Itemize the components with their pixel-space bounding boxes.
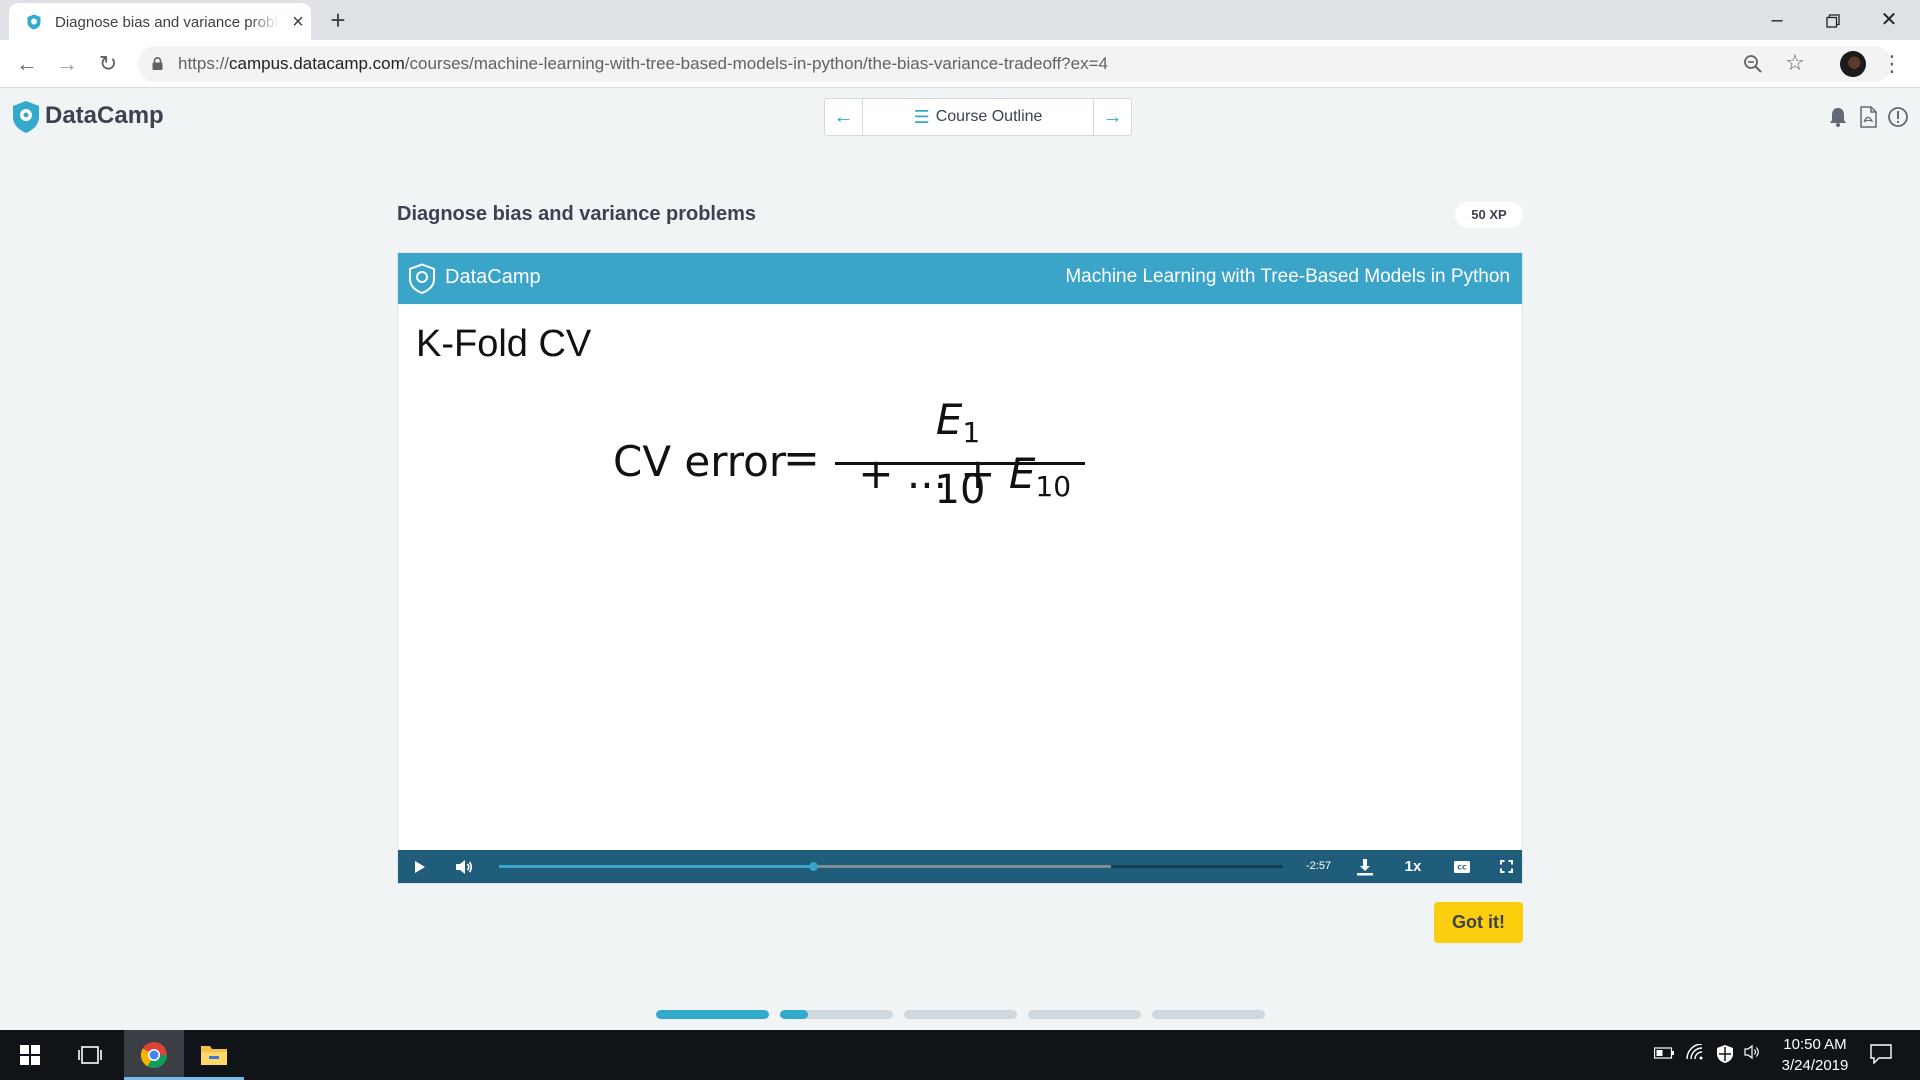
- url-scheme: https://: [178, 54, 230, 73]
- captions-icon[interactable]: CC: [1450, 850, 1474, 883]
- cv-error-formula: CV error = E1 + ... + E10 10: [613, 395, 1113, 515]
- fraction-bar: [835, 462, 1085, 465]
- battery-icon[interactable]: [1653, 1044, 1675, 1066]
- wifi-icon[interactable]: [1684, 1043, 1706, 1066]
- formula-denominator: 10: [934, 467, 986, 513]
- forward-arrow-icon[interactable]: →: [53, 50, 81, 78]
- datacamp-logo-icon[interactable]: [11, 100, 41, 134]
- url-path: /courses/machine-learning-with-tree-base…: [404, 54, 1108, 73]
- slides-icon[interactable]: [1827, 106, 1849, 128]
- browser-tab[interactable]: Diagnose bias and variance problems ×: [9, 3, 311, 40]
- chrome-icon: [140, 1042, 168, 1069]
- security-shield-icon[interactable]: [1714, 1044, 1736, 1066]
- step-segment[interactable]: [904, 1010, 1017, 1019]
- pdf-icon[interactable]: [1857, 106, 1879, 128]
- formula-lhs: CV error: [613, 437, 787, 486]
- video-player[interactable]: DataCamp Machine Learning with Tree-Base…: [397, 252, 1523, 884]
- action-center-icon[interactable]: [1868, 1044, 1894, 1066]
- url-host: campus.datacamp.com: [229, 54, 405, 73]
- windows-logo-icon: [20, 1045, 40, 1065]
- slide-brand: DataCamp: [445, 266, 541, 288]
- system-clock[interactable]: 10:50 AM 3/24/2019: [1770, 1034, 1860, 1076]
- video-played-bar: [499, 865, 813, 868]
- fullscreen-icon[interactable]: [1494, 850, 1518, 883]
- time-remaining: -2:57: [1306, 860, 1332, 872]
- formula-equals: =: [783, 433, 820, 484]
- address-bar[interactable]: https://campus.datacamp.com/courses/mach…: [138, 46, 1892, 82]
- got-it-button[interactable]: Got it!: [1434, 902, 1523, 943]
- step-segment-fill: [656, 1010, 769, 1019]
- back-arrow-icon[interactable]: ←: [13, 50, 41, 78]
- step-segment[interactable]: [1028, 1010, 1141, 1019]
- numerator-first-variable: E: [935, 395, 963, 444]
- restore-icon[interactable]: [1810, 4, 1856, 36]
- folder-icon: [201, 1046, 227, 1065]
- xp-badge: 50 XP: [1455, 202, 1523, 228]
- course-outline-button[interactable]: ☰ Course Outline: [863, 99, 1093, 135]
- speaker-icon[interactable]: [1742, 1044, 1764, 1066]
- url-text: https://campus.datacamp.com/courses/mach…: [178, 54, 1108, 74]
- menu-icon: ☰: [913, 107, 930, 127]
- previous-exercise-arrow-icon[interactable]: ←: [825, 99, 863, 135]
- tab-close-icon[interactable]: ×: [289, 12, 307, 32]
- taskbar-chrome[interactable]: [124, 1030, 184, 1080]
- datacamp-brand[interactable]: DataCamp: [45, 102, 164, 130]
- task-view-icon: [78, 1046, 102, 1064]
- slide-header: DataCamp Machine Learning with Tree-Base…: [398, 253, 1522, 304]
- minimize-icon[interactable]: –: [1754, 4, 1800, 36]
- video-controls: -2:57 1x CC: [398, 850, 1522, 883]
- datacamp-favicon-icon: [27, 14, 41, 30]
- next-exercise-arrow-icon[interactable]: →: [1093, 99, 1131, 135]
- step-segment[interactable]: [780, 1010, 893, 1019]
- bookmark-star-icon[interactable]: ☆: [1783, 51, 1807, 75]
- windows-taskbar: 10:50 AM 3/24/2019: [0, 1030, 1920, 1080]
- report-issue-icon[interactable]: [1887, 106, 1909, 128]
- course-outline-label: Course Outline: [935, 108, 1043, 125]
- taskbar-file-explorer[interactable]: [184, 1030, 244, 1080]
- svg-text:CC: CC: [1457, 863, 1467, 871]
- playback-speed-button[interactable]: 1x: [1398, 850, 1428, 883]
- browser-menu-icon[interactable]: ⋮: [1880, 50, 1904, 78]
- slide-course-name: Machine Learning with Tree-Based Models …: [1065, 266, 1510, 287]
- datacamp-slide-logo-icon: [409, 263, 435, 294]
- play-icon[interactable]: [410, 850, 430, 883]
- zoom-icon[interactable]: [1742, 53, 1764, 75]
- exercise-step-progress: [656, 1010, 1266, 1019]
- exercise-title: Diagnose bias and variance problems: [397, 203, 757, 225]
- numerator-first-subscript: 1: [962, 416, 981, 449]
- step-segment[interactable]: [1152, 1010, 1265, 1019]
- clock-time: 10:50 AM: [1783, 1036, 1847, 1053]
- tab-title: Diagnose bias and variance problems: [55, 14, 279, 31]
- profile-avatar[interactable]: [1840, 51, 1866, 77]
- reload-icon[interactable]: ↻: [94, 50, 122, 78]
- step-segment-fill: [780, 1010, 809, 1019]
- window-close-icon[interactable]: ✕: [1866, 4, 1912, 36]
- slide-title: K-Fold CV: [416, 323, 592, 365]
- course-navigation: ← ☰ Course Outline →: [824, 98, 1132, 136]
- new-tab-icon[interactable]: +: [326, 7, 350, 33]
- lock-icon: [152, 57, 163, 70]
- start-button[interactable]: [0, 1030, 60, 1080]
- video-scrubber-handle[interactable]: [808, 862, 818, 871]
- browser-tab-strip: Diagnose bias and variance problems × + …: [0, 0, 1920, 40]
- browser-toolbar: ← → ↻ https://campus.datacamp.com/course…: [0, 40, 1920, 88]
- video-progress-bar[interactable]: [499, 862, 1283, 871]
- clock-date: 3/24/2019: [1781, 1057, 1849, 1074]
- task-view-button[interactable]: [60, 1030, 120, 1080]
- step-segment[interactable]: [656, 1010, 769, 1019]
- volume-icon[interactable]: [452, 850, 476, 883]
- datacamp-header: DataCamp ← ☰ Course Outline →: [0, 89, 1920, 145]
- download-icon[interactable]: [1353, 850, 1377, 883]
